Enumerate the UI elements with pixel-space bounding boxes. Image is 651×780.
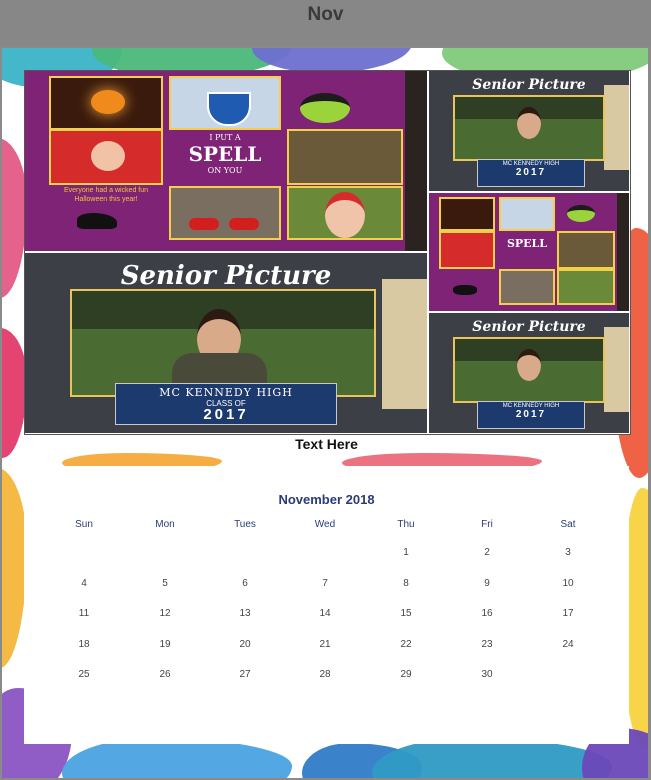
calendar-title: November 2018 xyxy=(278,492,375,507)
red-hood-baby-photo xyxy=(49,129,163,185)
red-shoes-photo xyxy=(169,186,281,240)
calendar-day[interactable]: 14 xyxy=(285,608,365,619)
calendar-day[interactable]: 9 xyxy=(447,578,527,589)
spell-text: I PUT A SPELL ON YOU xyxy=(188,133,262,175)
calendar-day[interactable]: 17 xyxy=(528,608,608,619)
calendar-day[interactable]: 11 xyxy=(44,608,124,619)
calendar-day[interactable]: 26 xyxy=(125,669,205,680)
calendar-day[interactable]: 21 xyxy=(285,639,365,650)
weekday-header: Tues xyxy=(234,519,256,530)
laughing-baby-photo xyxy=(287,186,403,240)
top-bar: Nov xyxy=(0,0,651,46)
wall-panel xyxy=(604,327,629,412)
calendar-day[interactable]: 19 xyxy=(125,639,205,650)
calendar-day[interactable]: 3 xyxy=(528,547,608,558)
weekday-header: Fri xyxy=(481,519,493,530)
wall-panel xyxy=(604,85,629,170)
calendar-day[interactable]: 23 xyxy=(447,639,527,650)
calendar-day[interactable]: 1 xyxy=(366,547,446,558)
weekday-header: Mon xyxy=(155,519,175,530)
jack-o-lantern-icon xyxy=(91,90,125,114)
calendar-day[interactable]: 24 xyxy=(528,639,608,650)
weekday-header: Wed xyxy=(314,519,336,530)
school-banner: MC KENNEDY HIGH CLASS OF 2017 xyxy=(115,383,337,425)
school-banner-small: MC KENNEDY HIGH 2017 xyxy=(477,159,585,187)
photo-collage[interactable]: I PUT A SPELL ON YOU Everyone had a wick… xyxy=(24,70,631,435)
calendar-day[interactable]: 30 xyxy=(447,669,527,680)
knight-costume-photo-small xyxy=(499,197,555,231)
watercolor-splash xyxy=(372,738,612,778)
calendar-day[interactable]: 20 xyxy=(205,639,285,650)
calendar-day[interactable]: 15 xyxy=(366,608,446,619)
calendar-day[interactable]: 25 xyxy=(44,669,124,680)
calendar-day[interactable]: 18 xyxy=(44,639,124,650)
calendar-day[interactable]: 6 xyxy=(205,578,285,589)
halloween-caption: Everyone had a wicked fun Halloween this… xyxy=(63,187,149,203)
black-cat-icon xyxy=(77,213,117,229)
calendar-day[interactable]: 28 xyxy=(285,669,365,680)
senior-photo xyxy=(70,289,376,397)
calendar-day[interactable]: 10 xyxy=(528,578,608,589)
weekday-header: Sat xyxy=(560,519,576,530)
halloween-collage-small[interactable]: SPELL xyxy=(429,193,629,311)
halloween-collage-large[interactable]: I PUT A SPELL ON YOU Everyone had a wick… xyxy=(25,71,427,251)
school-banner-small: MC KENNEDY HIGH 2017 xyxy=(477,401,585,429)
calendar-day[interactable]: 16 xyxy=(447,608,527,619)
senior-picture-small-top[interactable]: Senior Picture MC KENNEDY HIGH 2017 xyxy=(429,71,629,191)
month-title: Nov xyxy=(307,4,344,25)
knight-costume-photo xyxy=(169,76,281,130)
watercolor-splash xyxy=(62,738,292,778)
kids-costume-photo xyxy=(287,129,403,185)
senior-picture-small-bottom[interactable]: Senior Picture MC KENNEDY HIGH 2017 xyxy=(429,313,629,433)
senior-photo-small xyxy=(453,337,605,403)
photo-caption[interactable]: Text Here xyxy=(24,436,629,456)
calendar-day[interactable]: 7 xyxy=(285,578,365,589)
senior-title-small: Senior Picture xyxy=(472,319,586,335)
witch-icon xyxy=(300,93,350,123)
calendar-day[interactable]: 5 xyxy=(125,578,205,589)
black-cat-icon-small xyxy=(453,285,477,295)
red-shoes-photo-small xyxy=(499,269,555,305)
senior-picture-large[interactable]: Senior Picture MC KENNEDY HIGH CLASS OF … xyxy=(25,253,427,433)
pumpkin-photo xyxy=(49,76,163,130)
calendar-day[interactable]: 2 xyxy=(447,547,527,558)
tree-trunk-small xyxy=(617,193,629,311)
senior-photo-small xyxy=(453,95,605,161)
tree-trunk xyxy=(405,71,427,251)
kids-costume-photo-small xyxy=(557,231,615,269)
calendar-day[interactable]: 8 xyxy=(366,578,446,589)
spell-text-small: SPELL xyxy=(506,237,548,250)
shield-icon xyxy=(207,92,251,126)
calendar-day[interactable]: 22 xyxy=(366,639,446,650)
pumpkin-photo-small xyxy=(439,197,495,231)
senior-title-small: Senior Picture xyxy=(472,77,586,93)
calendar-page: I PUT A SPELL ON YOU Everyone had a wick… xyxy=(2,48,648,778)
laughing-baby-photo-small xyxy=(557,269,615,305)
calendar-day[interactable]: 4 xyxy=(44,578,124,589)
weekday-header: Thu xyxy=(397,519,415,530)
wall-panel xyxy=(382,279,427,409)
witch-icon-small xyxy=(567,205,595,222)
weekday-header: Sun xyxy=(75,519,93,530)
calendar-grid: November 2018 Sun Mon Tues Wed Thu Fri Sat 1 2 3 4… xyxy=(24,466,629,744)
calendar-day[interactable]: 13 xyxy=(205,608,285,619)
red-hood-baby-photo-small xyxy=(439,231,495,269)
senior-title: Senior Picture xyxy=(120,261,332,291)
calendar-day[interactable]: 27 xyxy=(205,669,285,680)
calendar-day[interactable]: 29 xyxy=(366,669,446,680)
calendar-day[interactable]: 12 xyxy=(125,608,205,619)
